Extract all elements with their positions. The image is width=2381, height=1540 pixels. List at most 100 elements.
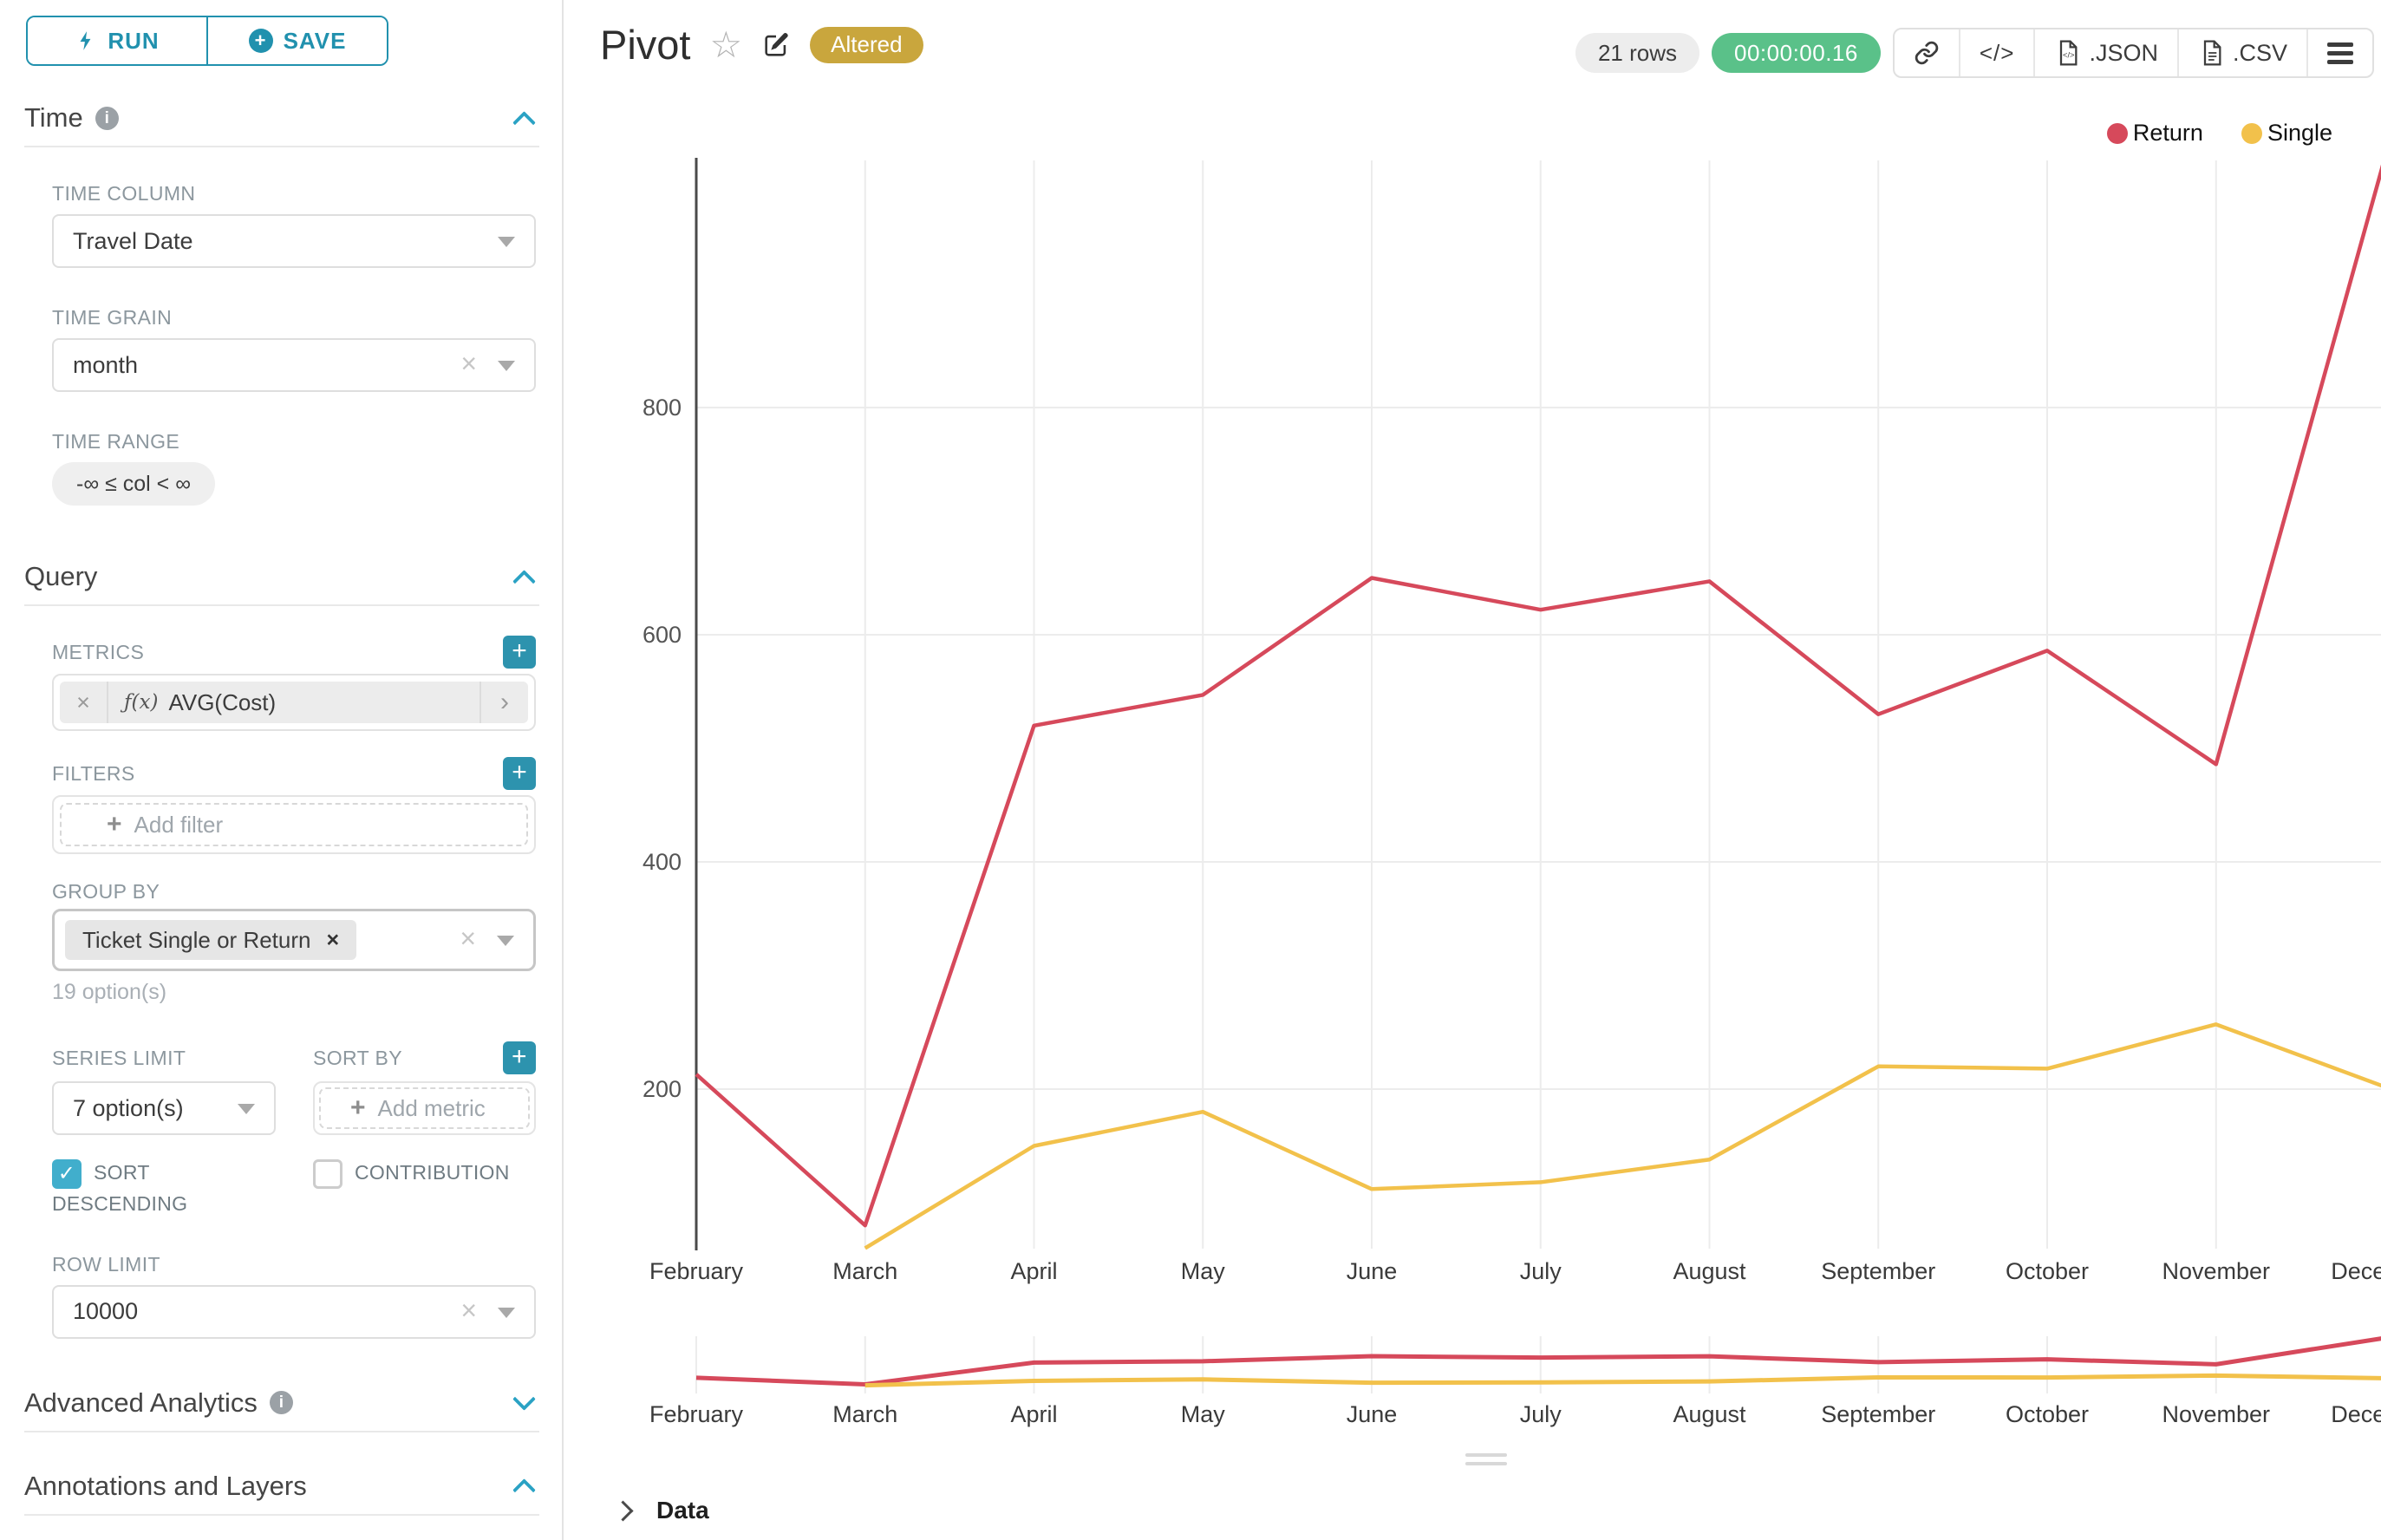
row-limit-select[interactable]: 10000 × [52,1285,536,1339]
legend-label: Return [2133,120,2203,147]
metric-value: AVG(Cost) [168,689,276,716]
sort-descending-checkbox-item[interactable]: ✓SORT DESCENDING [52,1158,313,1218]
svg-text:June: June [1347,1258,1398,1284]
svg-text:May: May [1181,1401,1226,1427]
svg-text:</>: </> [2063,50,2075,59]
resize-drag-handle[interactable] [1465,1453,1507,1465]
time-grain-select[interactable]: month × [52,338,536,392]
sort-by-container: + Add metric [313,1081,536,1135]
run-save-button-group: RUN + SAVE [26,16,388,66]
svg-text:April: April [1010,1258,1057,1284]
favorite-star-icon[interactable]: ☆ [710,27,743,63]
divider [24,604,539,606]
time-column-label: TIME COLUMN [52,182,562,206]
contribution-checkbox-item[interactable]: CONTRIBUTION [313,1158,510,1218]
fx-icon: ƒ(x) [124,691,158,714]
chevron-down-icon[interactable] [498,237,515,247]
metric-pill[interactable]: × ƒ(x) AVG(Cost) › [60,682,528,723]
time-section-title: Time [24,102,83,134]
chart-legend: Return Single [2107,120,2332,147]
svg-text:February: February [649,1258,744,1284]
sort-by-label: SORT BY + [313,1041,536,1074]
chevron-down-icon[interactable] [498,1308,515,1318]
series-limit-select[interactable]: 7 option(s) [52,1081,276,1135]
legend-item-single[interactable]: Single [2241,120,2332,147]
add-filter-button[interactable]: + [503,757,536,790]
time-range-pill[interactable]: -∞ ≤ col < ∞ [52,462,215,506]
export-button-group: </> </> .JSON .CSV [1893,28,2374,78]
filters-container: + Add filter [52,795,536,854]
group-by-select[interactable]: Ticket Single or Return × × [52,909,536,971]
add-metric-button[interactable]: + [503,636,536,669]
group-by-options-hint: 19 option(s) [52,980,562,1005]
chevron-down-icon[interactable] [497,936,514,946]
data-panel-toggle[interactable]: Data [616,1497,709,1524]
more-options-button[interactable] [2306,29,2372,76]
chevron-down-icon[interactable] [498,361,515,371]
checkbox-unchecked-icon[interactable] [313,1159,342,1189]
plus-icon: + [350,1093,366,1123]
remove-tag-icon[interactable]: × [326,928,339,953]
time-column-select[interactable]: Travel Date [52,214,536,268]
legend-item-return[interactable]: Return [2107,120,2203,147]
clear-icon[interactable]: × [460,348,477,380]
chart-panel: Pivot ☆ Altered 21 rows 00:00:00.16 </> [565,0,2381,1540]
plus-circle-icon: + [249,29,273,53]
section-header-annotations[interactable]: Annotations and Layers [24,1471,539,1502]
chevron-down-icon[interactable] [512,1387,536,1411]
annotations-title: Annotations and Layers [24,1471,307,1502]
edit-icon[interactable] [761,30,791,60]
control-panel: RUN + SAVE Time i TIME COLUMN Travel Dat… [0,0,564,1540]
clear-icon[interactable]: × [460,923,476,955]
chevron-down-icon[interactable] [238,1104,255,1114]
brush-minichart[interactable]: FebruaryMarchAprilMayJuneJulyAugustSepte… [607,1331,2381,1435]
clear-icon[interactable]: × [460,1295,477,1327]
export-json-button[interactable]: </> .JSON [2033,29,2177,76]
view-query-button[interactable]: </> [1959,29,2034,76]
csv-file-icon [2198,39,2226,67]
svg-text:May: May [1181,1258,1226,1284]
add-filter-dropzone[interactable]: + Add filter [60,803,528,846]
time-grain-value: month [73,352,138,379]
svg-text:200: 200 [643,1076,682,1102]
svg-text:December: December [2331,1401,2381,1427]
svg-text:September: September [1821,1258,1935,1284]
chevron-right-icon[interactable]: › [479,682,528,723]
chevron-up-icon[interactable] [512,570,536,593]
data-panel-title: Data [656,1497,709,1524]
group-by-tag[interactable]: Ticket Single or Return × [65,920,356,960]
add-sort-metric-dropzone[interactable]: + Add metric [319,1087,530,1129]
group-by-tag-label: Ticket Single or Return [82,927,310,954]
section-header-query[interactable]: Query [24,561,539,592]
chevron-up-icon[interactable] [512,111,536,134]
section-header-advanced-analytics[interactable]: Advanced Analytics i [24,1387,539,1419]
series-limit-label: SERIES LIMIT [52,1041,276,1074]
save-button[interactable]: + SAVE [206,17,387,64]
svg-text:November: November [2162,1258,2270,1284]
checkbox-checked-icon[interactable]: ✓ [52,1159,82,1189]
code-icon: </> [1980,40,2015,67]
save-label: SAVE [284,28,347,55]
line-chart[interactable]: FebruaryMarchAprilMayJuneJulyAugustSepte… [607,147,2381,1292]
filters-label: FILTERS [52,762,135,786]
run-button[interactable]: RUN [28,17,206,64]
svg-text:September: September [1821,1401,1935,1427]
add-sort-metric-button[interactable]: + [503,1041,536,1074]
svg-text:December: December [2331,1258,2381,1284]
row-count-badge: 21 rows [1575,33,1699,73]
remove-metric-icon[interactable]: × [60,682,108,723]
advanced-analytics-title: Advanced Analytics [24,1387,258,1419]
svg-text:February: February [649,1401,744,1427]
export-json-label: .JSON [2089,40,2158,67]
add-metric-placeholder: Add metric [378,1095,486,1122]
chart-title: Pivot [600,21,691,69]
section-header-time[interactable]: Time i [24,102,539,134]
add-filter-placeholder: Add filter [134,812,224,839]
chevron-up-icon[interactable] [512,1478,536,1502]
export-csv-button[interactable]: .CSV [2177,29,2306,76]
svg-text:400: 400 [643,849,682,875]
run-label: RUN [108,28,159,55]
legend-dot-icon [2107,123,2128,144]
share-link-button[interactable] [1895,29,1959,76]
svg-text:March: March [832,1258,897,1284]
